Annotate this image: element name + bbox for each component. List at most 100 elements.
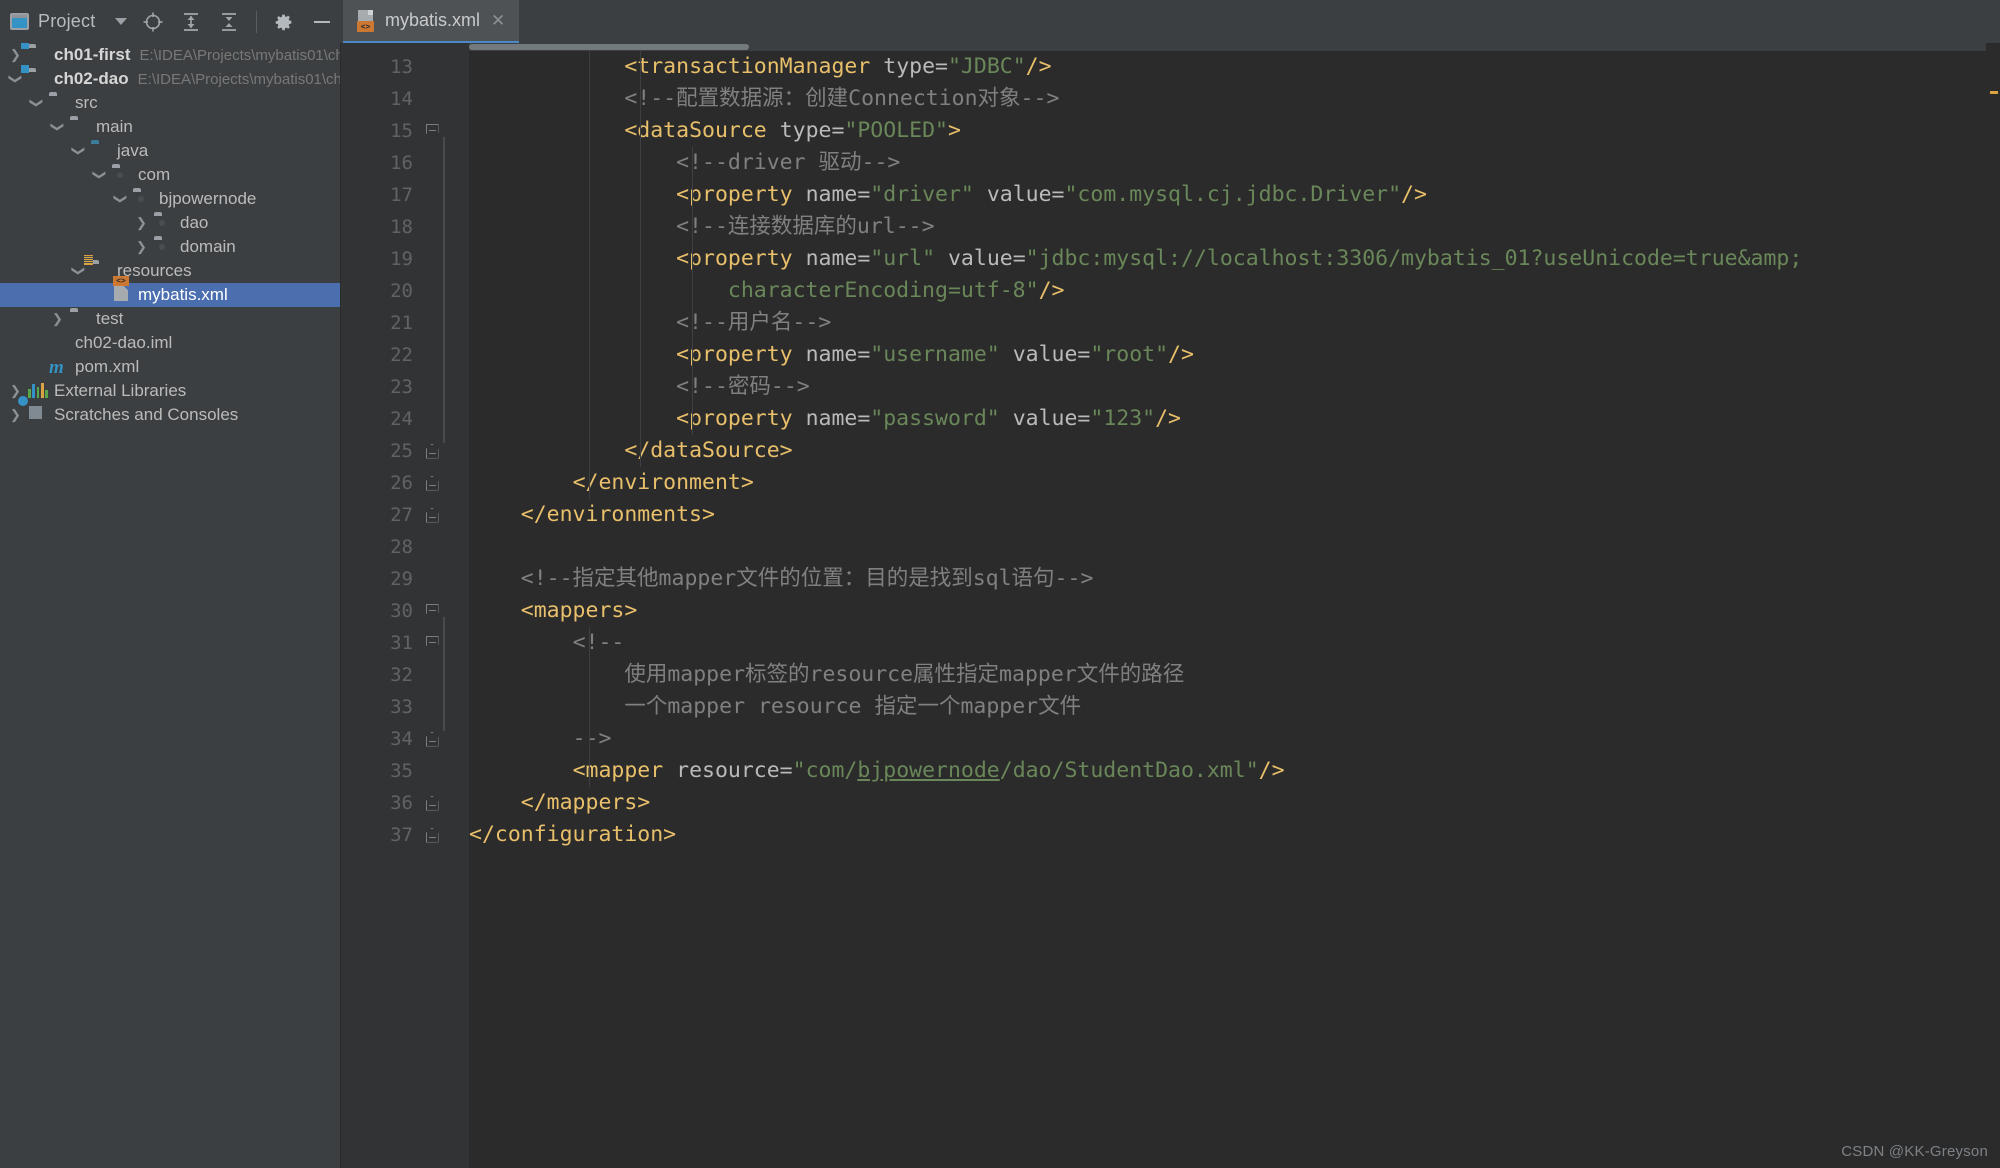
tree-item-ch01-first[interactable]: ❯ ch01-first E:\IDEA\Projects\mybatis01\ch… [0, 43, 340, 67]
code-comment: <!--密码--> [676, 374, 810, 399]
chevron-right-icon[interactable]: ❯ [8, 407, 23, 423]
code-line[interactable]: characterEncoding=utf-8"/> [469, 275, 2000, 307]
fold-slot[interactable] [419, 731, 445, 747]
code-line[interactable]: </dataSource> [469, 435, 2000, 467]
code-line[interactable]: <!--指定其他mapper文件的位置：目的是找到sql语句--> [469, 563, 2000, 595]
fold-slot[interactable] [419, 795, 445, 811]
locate-icon[interactable] [142, 11, 164, 33]
code-line[interactable]: <!--配置数据源：创建Connection对象--> [469, 83, 2000, 115]
project-toolwindow-title-group[interactable]: Project [10, 11, 128, 32]
chevron-down-icon[interactable]: ❯ [29, 96, 45, 111]
fold-slot[interactable] [419, 603, 445, 619]
line-number: 32 [390, 664, 413, 686]
editor-code-pane[interactable]: <transactionManager type="JDBC"/> <!--配置… [469, 43, 2000, 1168]
tree-item-java[interactable]: ❯ java [0, 139, 340, 163]
chevron-right-icon[interactable]: ❯ [8, 47, 23, 63]
code-value: /dao/StudentDao.xml" [999, 758, 1259, 783]
tree-item-test[interactable]: ❯ test [0, 307, 340, 331]
chevron-right-icon[interactable]: ❯ [134, 215, 149, 231]
tree-item-mybatis-xml[interactable]: ❯<>mybatis.xml [0, 276, 340, 307]
code-line[interactable]: </environments> [469, 499, 2000, 531]
settings-gear-icon[interactable] [273, 11, 295, 33]
tree-item-bjpowernode[interactable]: ❯ bjpowernode [0, 187, 340, 211]
hide-window-icon[interactable] [311, 11, 333, 33]
fold-slot[interactable] [419, 635, 445, 651]
code-line[interactable]: 一个mapper resource 指定一个mapper文件 [469, 691, 2000, 723]
tree-item-label: com [138, 165, 171, 184]
code-line[interactable]: <property name="password" value="123"/> [469, 403, 2000, 435]
code-line[interactable]: </mappers> [469, 787, 2000, 819]
chevron-down-icon[interactable]: ❯ [50, 120, 66, 135]
tree-item-dao[interactable]: ❯ dao [0, 211, 340, 235]
chevron-down-icon[interactable]: ❯ [92, 168, 108, 183]
collapse-all-icon[interactable] [218, 11, 240, 33]
editor-marker-stripe[interactable] [1986, 43, 2000, 1168]
library-icon [28, 382, 48, 398]
code-line[interactable]: <!--driver 驱动--> [469, 147, 2000, 179]
tree-item-ch02-dao-iml[interactable]: ❯ch02-dao.iml [0, 331, 340, 355]
code-line[interactable]: <transactionManager type="JDBC"/> [469, 51, 2000, 83]
code-line[interactable]: <mappers> [469, 595, 2000, 627]
fold-close-icon[interactable] [425, 795, 439, 811]
fold-open-icon[interactable] [425, 123, 439, 139]
code-line[interactable]: <property name="driver" value="com.mysql… [469, 179, 2000, 211]
chevron-down-icon[interactable]: ❯ [8, 72, 24, 87]
fold-open-icon[interactable] [425, 603, 439, 619]
chevron-down-icon[interactable]: ❯ [113, 192, 129, 207]
scrollbar-thumb[interactable] [469, 44, 749, 50]
fold-close-icon[interactable] [425, 827, 439, 843]
project-toolwindow-title: Project [38, 11, 96, 31]
chevron-down-icon[interactable]: ❯ [71, 264, 87, 279]
chevron-right-icon[interactable]: ❯ [134, 239, 149, 255]
code-editor[interactable]: 13 14 15 16 17 18 19 20 21 22 23 24 25 26 27 28 29 30 31 32… [341, 43, 2000, 1168]
code-line[interactable]: <!-- [469, 627, 2000, 659]
code-line[interactable]: </environment> [469, 467, 2000, 499]
fold-slot[interactable] [419, 827, 445, 843]
stripe-mark[interactable] [1990, 91, 1998, 94]
code-line[interactable]: </configuration> [469, 819, 2000, 851]
editor-gutter[interactable]: 13 14 15 16 17 18 19 20 21 22 23 24 25 26 27 28 29 30 31 32… [341, 43, 469, 1168]
horizontal-scrollbar[interactable] [469, 43, 2000, 51]
fold-close-icon[interactable] [425, 507, 439, 523]
code-line[interactable]: <!--密码--> [469, 371, 2000, 403]
fold-slot[interactable] [419, 443, 445, 459]
fold-slot[interactable] [419, 475, 445, 491]
fold-close-icon[interactable] [425, 731, 439, 747]
chevron-down-icon[interactable]: ❯ [71, 144, 87, 159]
chevron-down-icon[interactable] [115, 18, 128, 25]
fold-close-icon[interactable] [425, 475, 439, 491]
tree-item-main[interactable]: ❯ main [0, 115, 340, 139]
fold-slot[interactable] [419, 507, 445, 523]
code-line[interactable]: <property name="username" value="root"/> [469, 339, 2000, 371]
code-attribute: name= [805, 342, 871, 367]
expand-all-icon[interactable] [180, 11, 202, 33]
close-icon[interactable]: ✕ [491, 12, 505, 29]
code-line[interactable] [469, 531, 2000, 563]
top-bar: Project <> mybatis.xml ✕ [0, 0, 2000, 43]
tree-item-ch02-dao[interactable]: ❯ ch02-dao E:\IDEA\Projects\mybatis01\ch0 [0, 65, 340, 91]
tab-mybatis-xml[interactable]: <> mybatis.xml ✕ [343, 0, 520, 43]
code-line[interactable]: <property name="url" value="jdbc:mysql:/… [469, 243, 2000, 275]
fold-slot[interactable] [419, 123, 445, 139]
fold-connector [443, 137, 445, 443]
tree-item-domain[interactable]: ❯ domain [0, 235, 340, 259]
code-tag: /> [1155, 406, 1181, 431]
code-line[interactable]: <!--用户名--> [469, 307, 2000, 339]
code-line[interactable]: <!--连接数据库的url--> [469, 211, 2000, 243]
tree-item-resources[interactable]: ❯ resources [0, 255, 340, 283]
chevron-right-icon[interactable]: ❯ [50, 311, 65, 327]
code-line[interactable]: <dataSource type="POOLED"> [469, 115, 2000, 147]
gutter-line: 33 [341, 691, 469, 723]
tree-item-external-libraries[interactable]: ❯ External Libraries [0, 379, 340, 403]
code-line[interactable]: <mapper resource="com/bjpowernode/dao/St… [469, 755, 2000, 787]
code-line[interactable]: 使用mapper标签的resource属性指定mapper文件的路径 [469, 659, 2000, 691]
code-line[interactable]: --> [469, 723, 2000, 755]
gutter-line: 34 [341, 723, 469, 755]
tree-item-scratches-and-consoles[interactable]: ❯ Scratches and Consoles [0, 396, 340, 427]
tree-item-com[interactable]: ❯ com [0, 163, 340, 187]
tree-item-src[interactable]: ❯ src [0, 91, 340, 115]
fold-close-icon[interactable] [425, 443, 439, 459]
project-tree[interactable]: ❯ ch01-first E:\IDEA\Projects\mybatis01\ch… [0, 43, 340, 427]
fold-open-icon[interactable] [425, 635, 439, 651]
tree-item-pom-xml[interactable]: ❯mpom.xml [0, 355, 340, 379]
